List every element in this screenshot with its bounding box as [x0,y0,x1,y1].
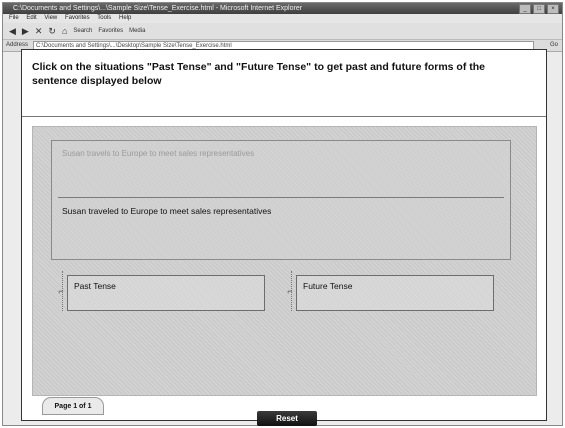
past-tense-button[interactable]: Past Tense [67,275,265,311]
sentence-box: Susan travels to Europe to meet sales re… [51,140,511,260]
exercise-stage: Susan travels to Europe to meet sales re… [32,126,537,396]
window-title: C:\Documents and Settings\...\Sample Siz… [13,5,303,12]
sentence-original: Susan travels to Europe to meet sales re… [62,149,255,158]
maximize-button[interactable]: □ [533,4,545,14]
close-button[interactable]: × [547,4,559,14]
stop-icon[interactable]: ✕ [35,23,43,39]
future-tense-option[interactable]: ⌐ Future Tense [286,271,501,311]
minimize-button[interactable]: _ [519,4,531,14]
media-button[interactable]: Media [129,23,145,39]
home-icon[interactable]: ⌂ [62,23,67,39]
sentence-divider [58,197,504,198]
browser-toolbar: ◀ ▶ ✕ ↻ ⌂ Search Favorites Media [3,23,562,40]
window-controls: _ □ × [519,4,559,14]
drag-handle-icon[interactable]: ⌐ [57,285,65,297]
favorites-button[interactable]: Favorites [98,23,123,39]
drag-handle-icon[interactable]: ⌐ [286,285,294,297]
menu-file[interactable]: File [9,15,19,21]
future-tense-button[interactable]: Future Tense [296,275,494,311]
past-tense-option[interactable]: ⌐ Past Tense [57,271,272,311]
past-tense-label: Past Tense [74,281,116,291]
menu-tools[interactable]: Tools [97,15,111,21]
menu-view[interactable]: View [44,15,57,21]
go-button[interactable]: Go [550,40,558,51]
title-bar: C:\Documents and Settings\...\Sample Siz… [3,3,562,14]
divider [22,116,546,117]
refresh-icon[interactable]: ↻ [48,23,56,39]
exercise-content: Click on the situations "Past Tense" and… [21,49,547,421]
menu-bar: File Edit View Favorites Tools Help [3,14,562,23]
reset-button[interactable]: Reset [257,411,317,426]
future-tense-label: Future Tense [303,281,353,291]
search-button[interactable]: Search [73,23,92,39]
forward-icon[interactable]: ▶ [22,23,29,39]
sentence-display: Susan traveled to Europe to meet sales r… [62,206,272,216]
menu-edit[interactable]: Edit [26,15,36,21]
menu-favorites[interactable]: Favorites [65,15,90,21]
page-indicator-tab[interactable]: Page 1 of 1 [42,397,104,415]
menu-help[interactable]: Help [119,15,131,21]
instructions-text: Click on the situations "Past Tense" and… [32,61,485,87]
back-icon[interactable]: ◀ [9,23,16,39]
